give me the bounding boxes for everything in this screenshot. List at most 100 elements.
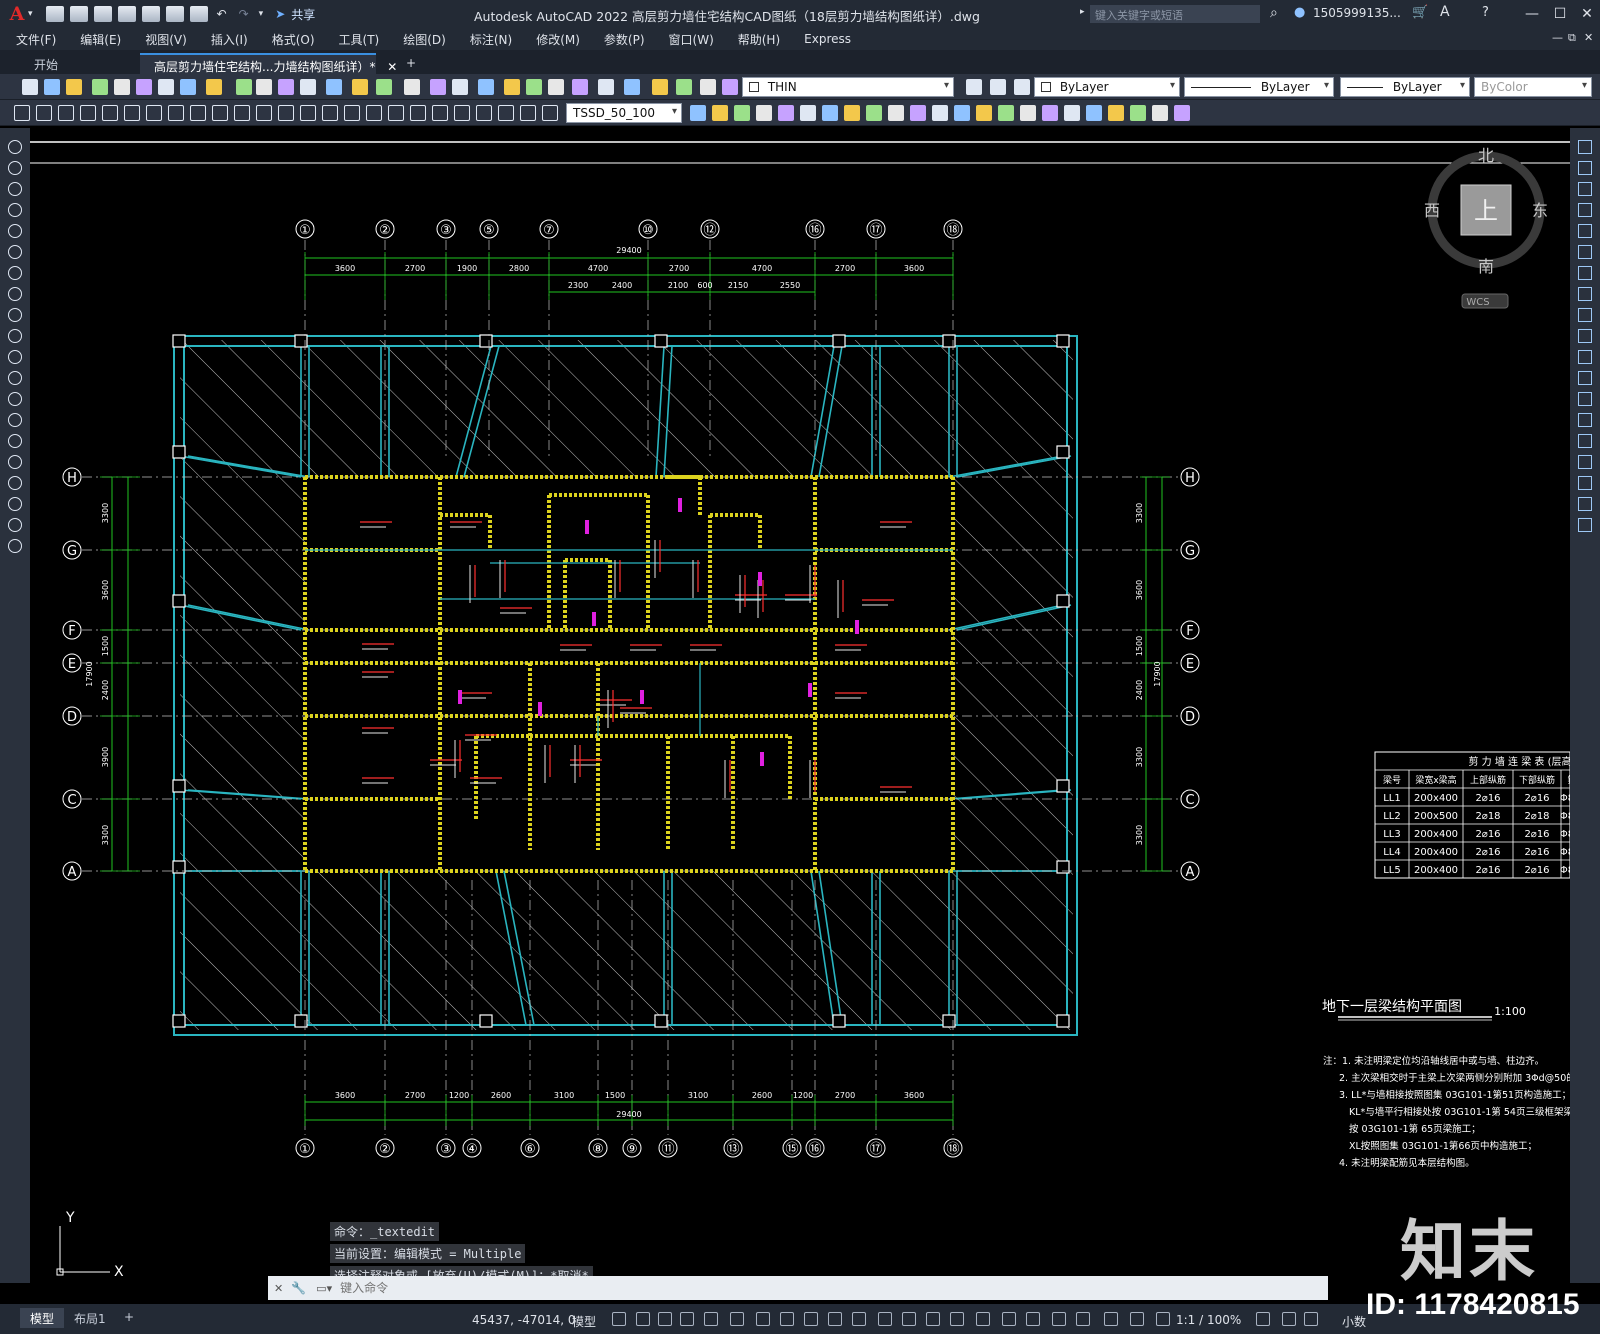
menu-view[interactable]: 视图(V): [145, 31, 187, 48]
draw-tool-icon[interactable]: [8, 245, 22, 259]
tssd-tool-icon[interactable]: [712, 105, 728, 121]
status-toggle-icon[interactable]: [878, 1312, 892, 1326]
status-toggle-icon[interactable]: [950, 1312, 964, 1326]
tssd-tool-icon[interactable]: [954, 105, 970, 121]
modify-tool-icon[interactable]: [1578, 266, 1592, 280]
dimension-tool-icon[interactable]: [366, 105, 382, 121]
tssd-tool-icon[interactable]: [976, 105, 992, 121]
modify-tool-icon[interactable]: [1578, 224, 1592, 238]
draw-tool-icon[interactable]: [8, 497, 22, 511]
status-toggle-icon[interactable]: [1026, 1312, 1040, 1326]
menu-file[interactable]: 文件(F): [16, 31, 56, 48]
status-toggle-icon[interactable]: [680, 1312, 694, 1326]
modify-tool-icon[interactable]: [1578, 308, 1592, 322]
toolbar-tool-icon[interactable]: [700, 79, 716, 95]
menu-tools[interactable]: 工具(T): [339, 31, 380, 48]
dimension-tool-icon[interactable]: [520, 105, 536, 121]
tssd-tool-icon[interactable]: [822, 105, 838, 121]
draw-tool-icon[interactable]: [8, 350, 22, 364]
dimension-tool-icon[interactable]: [168, 105, 184, 121]
dimension-tool-icon[interactable]: [102, 105, 118, 121]
dimension-tool-icon[interactable]: [212, 105, 228, 121]
toolbar-tool-icon[interactable]: [300, 79, 316, 95]
toolbar-tool-icon[interactable]: [158, 79, 174, 95]
modify-tool-icon[interactable]: [1578, 245, 1592, 259]
tssd-tool-icon[interactable]: [866, 105, 882, 121]
search-icon[interactable]: ⌕: [1270, 5, 1278, 21]
autocad-logo-icon[interactable]: A: [6, 3, 28, 25]
toolbar-tool-icon[interactable]: [452, 79, 468, 95]
search-expand-icon[interactable]: ▸: [1080, 7, 1085, 17]
search-input[interactable]: 键入关键字或短语: [1090, 5, 1260, 23]
status-toggle-icon[interactable]: [1002, 1312, 1016, 1326]
command-input[interactable]: [340, 1281, 1241, 1295]
tssd-tool-icon[interactable]: [1130, 105, 1146, 121]
status-toggle-icon[interactable]: [780, 1312, 794, 1326]
layer-combo[interactable]: THIN ▾: [742, 77, 954, 97]
draw-tool-icon[interactable]: [8, 413, 22, 427]
status-toggle-icon[interactable]: [976, 1312, 990, 1326]
doc-minimize-icon[interactable]: —: [1552, 31, 1563, 44]
open-web-icon[interactable]: [141, 6, 160, 22]
tssd-tool-icon[interactable]: [1020, 105, 1036, 121]
modify-tool-icon[interactable]: [1578, 497, 1592, 511]
status-toggle-icon[interactable]: [636, 1312, 650, 1326]
draw-tool-icon[interactable]: [8, 287, 22, 301]
modify-tool-icon[interactable]: [1578, 518, 1592, 532]
menu-express[interactable]: Express: [804, 32, 851, 46]
menu-edit[interactable]: 编辑(E): [80, 31, 121, 48]
draw-tool-icon[interactable]: [8, 392, 22, 406]
tssd-tool-icon[interactable]: [800, 105, 816, 121]
open-file-icon[interactable]: [69, 6, 88, 22]
model-space-toggle[interactable]: 模型: [572, 1313, 596, 1330]
status-toggle-icon[interactable]: [756, 1312, 770, 1326]
save-as-icon[interactable]: [117, 6, 136, 22]
tssd-tool-icon[interactable]: [778, 105, 794, 121]
save-web-icon[interactable]: [165, 6, 184, 22]
status-toggle-icon[interactable]: [828, 1312, 842, 1326]
new-tab-button[interactable]: +: [392, 53, 430, 74]
toolbar-tool-icon[interactable]: [526, 79, 542, 95]
tssd-tool-icon[interactable]: [1152, 105, 1168, 121]
save-icon[interactable]: [93, 6, 112, 22]
dimension-tool-icon[interactable]: [454, 105, 470, 121]
status-toggle-icon[interactable]: [704, 1312, 718, 1326]
toolbar-tool-icon[interactable]: [404, 79, 420, 95]
modify-tool-icon[interactable]: [1578, 455, 1592, 469]
toolbar-tool-icon[interactable]: [180, 79, 196, 95]
toolbar-tool-icon[interactable]: [278, 79, 294, 95]
dimension-tool-icon[interactable]: [14, 105, 30, 121]
modify-tool-icon[interactable]: [1578, 434, 1592, 448]
autodesk-app-icon[interactable]: A: [1440, 4, 1450, 20]
toolbar-tool-icon[interactable]: [722, 79, 738, 95]
toolbar-tool-icon[interactable]: [598, 79, 614, 95]
status-toggle-icon[interactable]: [1304, 1312, 1318, 1326]
modify-tool-icon[interactable]: [1578, 329, 1592, 343]
dimension-tool-icon[interactable]: [146, 105, 162, 121]
recent-commands-icon[interactable]: ▭▾: [316, 1282, 332, 1295]
new-layout-button[interactable]: +: [114, 1308, 144, 1328]
modify-tool-icon[interactable]: [1578, 350, 1592, 364]
toolbar-tool-icon[interactable]: [478, 79, 494, 95]
toolbar-tool-icon[interactable]: [136, 79, 152, 95]
tab-model[interactable]: 模型: [20, 1308, 65, 1328]
toolbar-tool-icon[interactable]: [256, 79, 272, 95]
draw-tool-icon[interactable]: [8, 329, 22, 343]
status-toggle-icon[interactable]: [730, 1312, 744, 1326]
new-file-icon[interactable]: [45, 6, 64, 22]
draw-tool-icon[interactable]: [8, 140, 22, 154]
minimize-button[interactable]: —: [1521, 3, 1543, 25]
dimstyle-combo[interactable]: TSSD_50_100 ▾: [566, 103, 682, 123]
status-toggle-icon[interactable]: [1256, 1312, 1270, 1326]
toolbar-tool-icon[interactable]: [548, 79, 564, 95]
redo-icon[interactable]: ↷: [239, 7, 249, 21]
toolbar-tool-icon[interactable]: [430, 79, 446, 95]
modify-tool-icon[interactable]: [1578, 413, 1592, 427]
dimension-tool-icon[interactable]: [234, 105, 250, 121]
toolbar-tool-icon[interactable]: [676, 79, 692, 95]
tssd-tool-icon[interactable]: [910, 105, 926, 121]
modify-tool-icon[interactable]: [1578, 161, 1592, 175]
dimension-tool-icon[interactable]: [432, 105, 448, 121]
tssd-tool-icon[interactable]: [734, 105, 750, 121]
tab-start[interactable]: 开始: [20, 53, 72, 74]
